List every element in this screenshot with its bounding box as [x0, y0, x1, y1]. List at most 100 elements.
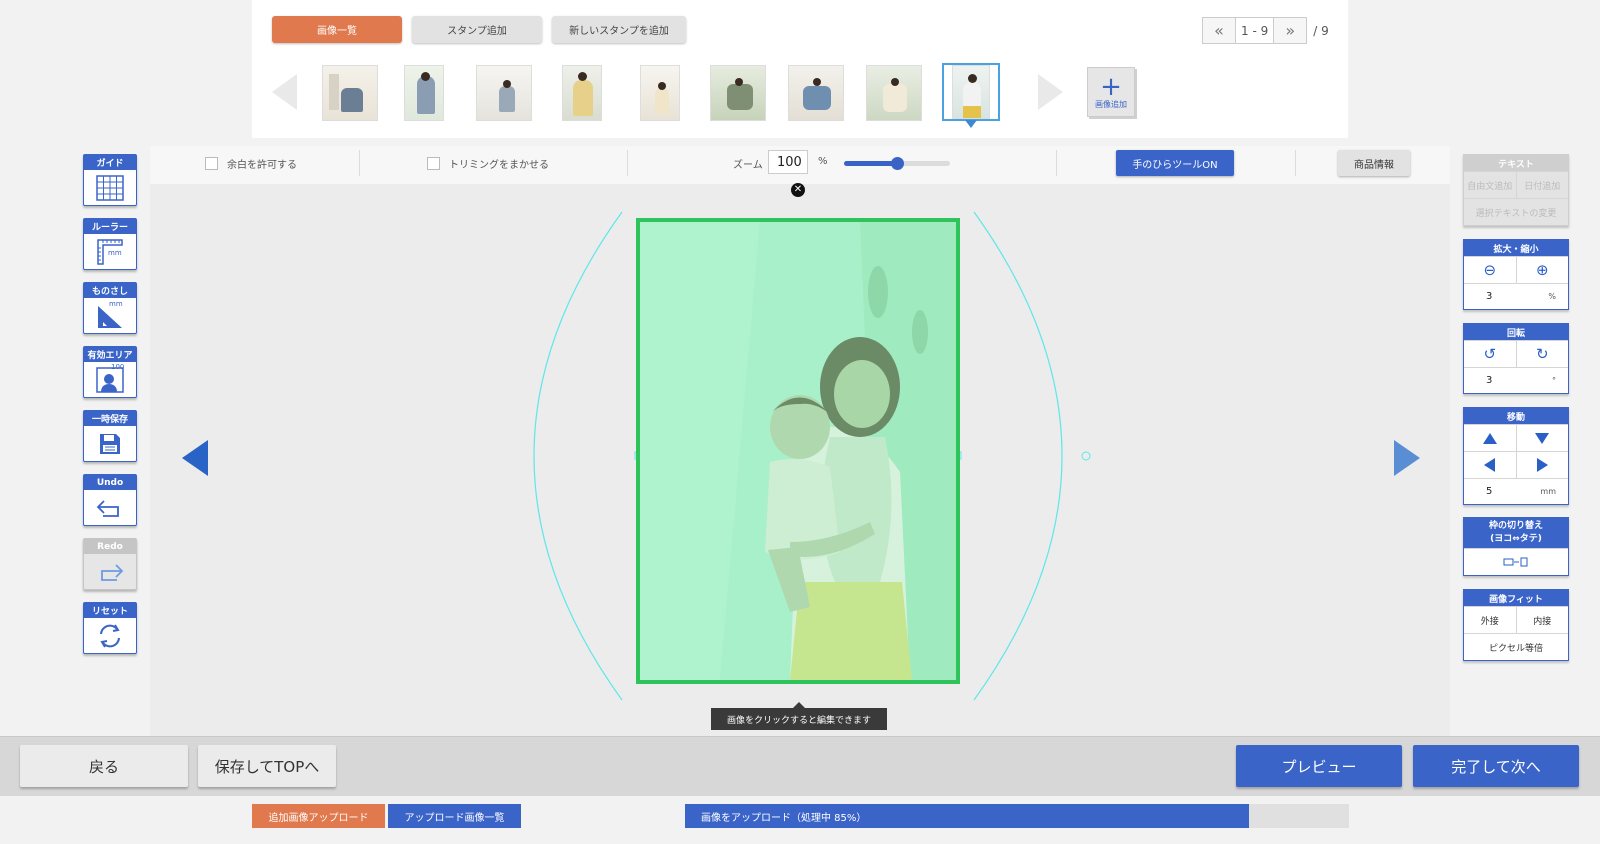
- minus-circle-icon: ⊖: [1483, 261, 1497, 279]
- reset-button[interactable]: リセット: [83, 602, 137, 654]
- move-panel: 移動 5 mm: [1463, 407, 1569, 505]
- effective-area-button[interactable]: 有効エリア 100: [83, 346, 137, 398]
- move-step-unit: mm: [1540, 487, 1556, 496]
- thumbnail[interactable]: [322, 65, 378, 121]
- add-image-button[interactable]: + 画像追加: [1087, 67, 1135, 117]
- temp-save-button[interactable]: 一時保存: [83, 410, 137, 462]
- rotate-right-button[interactable]: ↻: [1515, 341, 1569, 367]
- divider: [359, 150, 360, 176]
- guide-button[interactable]: ガイド: [83, 154, 137, 206]
- thumbnail-selected[interactable]: [942, 63, 1000, 128]
- upload-list-button[interactable]: アップロード画像一覧: [388, 804, 521, 828]
- zoom-label: ズーム: [733, 160, 763, 171]
- thumbnails-next-arrow-icon[interactable]: [1038, 74, 1063, 110]
- thumbnail[interactable]: [788, 65, 844, 121]
- free-text-button[interactable]: 自由文追加: [1464, 172, 1516, 198]
- pager: « 1 - 9 » / 9: [1202, 17, 1329, 44]
- orientation-switch-button[interactable]: [1464, 549, 1568, 575]
- preview-button[interactable]: プレビュー: [1236, 745, 1402, 787]
- move-step-input[interactable]: 5 mm: [1464, 478, 1568, 504]
- upload-footer: 追加画像アップロード アップロード画像一覧 画像をアップロード（処理中 85%）: [0, 796, 1600, 844]
- tab-image-list[interactable]: 画像一覧: [272, 16, 402, 43]
- monosashi-button[interactable]: ものさし mm: [83, 282, 137, 334]
- move-right-button[interactable]: [1515, 452, 1569, 478]
- arrow-up-icon: [1482, 432, 1497, 444]
- product-info-button[interactable]: 商品情報: [1338, 150, 1410, 176]
- undo-label: Undo: [84, 475, 136, 490]
- orientation-subtitle: (ヨコ⇔タテ): [1490, 534, 1542, 544]
- ruler-unit: mm: [108, 249, 122, 257]
- move-down-button[interactable]: [1515, 425, 1569, 451]
- checkbox-box[interactable]: [205, 157, 218, 170]
- fit-inner-button[interactable]: 内接: [1515, 607, 1569, 633]
- scale-step-value: 3: [1486, 291, 1493, 302]
- pixel-equal-button[interactable]: ピクセル等倍: [1464, 634, 1568, 660]
- allow-margin-label: 余白を許可する: [227, 160, 297, 171]
- move-left-button[interactable]: [1464, 452, 1516, 478]
- thumbnails-prev-arrow-icon[interactable]: [272, 74, 297, 110]
- refresh-icon: [84, 618, 136, 653]
- arrow-down-icon: [1535, 432, 1550, 444]
- allow-margin-checkbox[interactable]: 余白を許可する: [205, 156, 297, 171]
- thumbnail[interactable]: [640, 65, 680, 121]
- auto-trim-label: トリミングをまかせる: [449, 160, 549, 171]
- scale-step-input[interactable]: 3 %: [1464, 283, 1568, 309]
- scale-step-unit: %: [1548, 292, 1556, 301]
- scale-panel: 拡大・縮小 ⊖ ⊕ 3 %: [1463, 239, 1569, 310]
- change-selected-text-button[interactable]: 選択テキストの変更: [1464, 199, 1568, 225]
- thumbnail[interactable]: [404, 65, 444, 121]
- triangle-ruler-icon: mm: [84, 298, 136, 333]
- photo-frame[interactable]: [636, 218, 960, 684]
- ruler-button[interactable]: ルーラー mm: [83, 218, 137, 270]
- monosashi-label: ものさし: [84, 283, 136, 298]
- save-top-button[interactable]: 保存してTOPへ: [198, 745, 336, 787]
- tab-new-stamp[interactable]: 新しいスタンプを追加: [552, 16, 686, 43]
- zoom-input[interactable]: 100: [768, 150, 808, 174]
- redo-arrow-icon: [84, 554, 136, 589]
- editing-canvas[interactable]: ✕ 画像をクリックすると編集できます: [150, 183, 1450, 736]
- rotate-step-input[interactable]: 3 °: [1464, 367, 1568, 393]
- redo-label: Redo: [84, 539, 136, 554]
- hand-tool-button[interactable]: 手のひらツールON: [1116, 150, 1234, 176]
- floppy-disk-icon: [84, 426, 136, 461]
- pager-next-button[interactable]: »: [1273, 17, 1308, 44]
- orientation-panel: 枠の切り替え (ヨコ⇔タテ): [1463, 517, 1569, 576]
- divider: [627, 150, 628, 176]
- zoom-slider[interactable]: [844, 157, 950, 170]
- arrow-right-icon: [1536, 458, 1548, 472]
- thumbnail[interactable]: [562, 65, 602, 121]
- move-up-button[interactable]: [1464, 425, 1516, 451]
- zoom-slider-handle[interactable]: [891, 157, 904, 170]
- fit-panel-title: 画像フィット: [1464, 590, 1568, 606]
- zoom-in-button[interactable]: ⊕: [1515, 257, 1569, 283]
- move-panel-title: 移動: [1464, 408, 1568, 424]
- orientation-title: 枠の切り替え: [1488, 521, 1543, 531]
- thumbnail[interactable]: [476, 65, 532, 121]
- finish-next-button[interactable]: 完了して次へ: [1413, 745, 1579, 787]
- close-icon[interactable]: ✕: [791, 183, 805, 197]
- auto-trim-checkbox[interactable]: トリミングをまかせる: [427, 156, 549, 171]
- rotate-step-value: 3: [1486, 375, 1493, 386]
- grid-icon: [84, 170, 136, 205]
- tab-add-stamp[interactable]: スタンプ追加: [412, 16, 542, 43]
- rotate-panel: 回転 ↺ ↻ 3 °: [1463, 323, 1569, 394]
- ruler-label: ルーラー: [84, 219, 136, 234]
- upload-more-button[interactable]: 追加画像アップロード: [252, 804, 385, 828]
- zoom-slider-fill: [844, 161, 897, 166]
- back-button[interactable]: 戻る: [20, 745, 188, 787]
- date-add-button[interactable]: 日付追加: [1515, 172, 1569, 198]
- checkbox-box[interactable]: [427, 157, 440, 170]
- rotate-left-button[interactable]: ↺: [1464, 341, 1516, 367]
- thumbnail[interactable]: [710, 65, 766, 121]
- rotate-ccw-icon: ↺: [1483, 345, 1497, 363]
- thumbnail[interactable]: [866, 65, 922, 121]
- edit-hint-tooltip: 画像をクリックすると編集できます: [711, 702, 887, 730]
- zoom-out-button[interactable]: ⊖: [1464, 257, 1516, 283]
- undo-button[interactable]: Undo: [83, 474, 137, 526]
- upload-progress-text: 画像をアップロード（処理中 85%）: [701, 812, 867, 824]
- fit-outer-button[interactable]: 外接: [1464, 607, 1516, 633]
- effective-area-label: 有効エリア: [84, 347, 136, 362]
- double-chevron-right-icon: »: [1285, 21, 1296, 40]
- redo-button[interactable]: Redo: [83, 538, 137, 590]
- pager-prev-button[interactable]: «: [1202, 17, 1236, 44]
